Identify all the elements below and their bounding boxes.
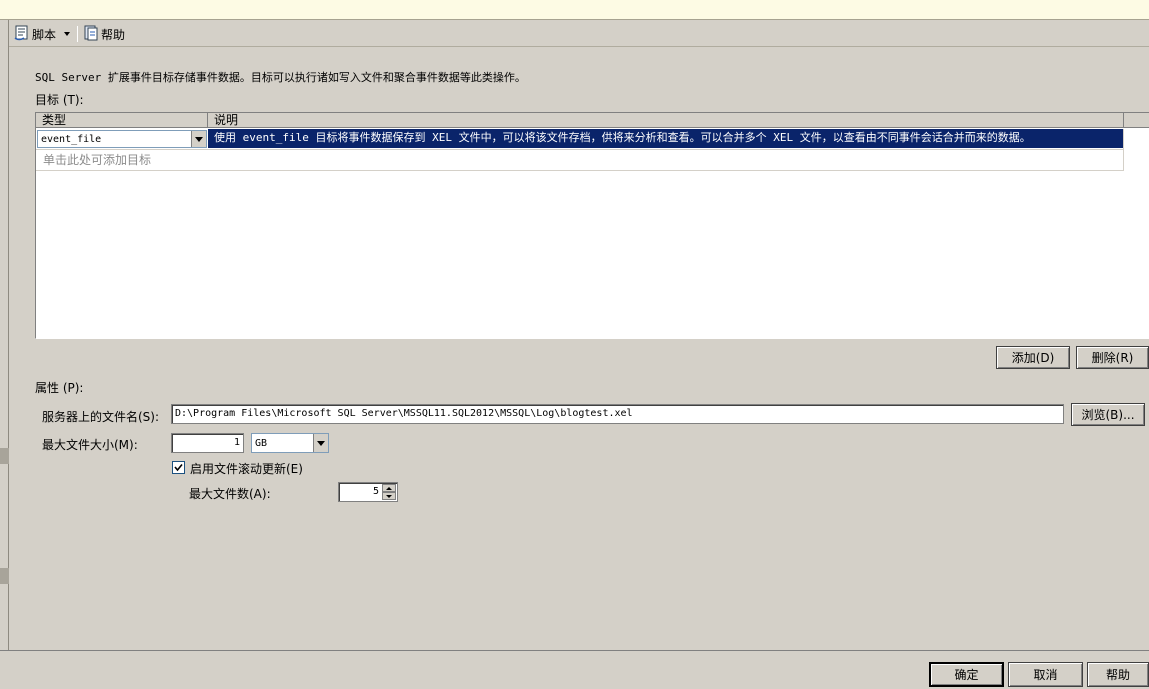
toolbar — [9, 21, 1149, 47]
max-size-value: 1 — [233, 437, 240, 448]
cancel-button[interactable]: 取消 — [1008, 662, 1083, 687]
add-target-button[interactable]: 添加(D) — [996, 346, 1070, 369]
chevron-down-icon[interactable] — [313, 434, 328, 452]
stepper-down-icon[interactable] — [382, 492, 396, 500]
properties-label: 属性 (P): — [35, 381, 84, 395]
browse-button[interactable]: 浏览(B)... — [1071, 403, 1145, 426]
row-divider — [36, 170, 1124, 171]
stepper-up-icon[interactable] — [382, 484, 396, 492]
script-label: 脚本 — [32, 27, 57, 42]
max-size-label: 最大文件大小(M): — [42, 438, 138, 452]
file-name-input[interactable]: D:\Program Files\Microsoft SQL Server\MS… — [171, 404, 1064, 424]
max-files-stepper[interactable]: 5 — [338, 482, 398, 502]
grid-header: 类型 说明 — [36, 113, 1149, 128]
help-toolbar-label: 帮助 — [101, 27, 126, 42]
grid-column-edge — [1123, 129, 1124, 171]
target-type-value: event_file — [41, 134, 102, 145]
script-button[interactable]: 脚本 — [11, 24, 73, 44]
max-files-value: 5 — [372, 486, 379, 497]
file-name-label: 服务器上的文件名(S): — [42, 410, 160, 424]
rollover-label[interactable]: 启用文件滚动更新(E) — [190, 460, 303, 477]
help-icon — [83, 25, 99, 44]
max-files-label: 最大文件数(A): — [189, 487, 271, 501]
targets-label: 目标 (T): — [35, 93, 84, 107]
help-button[interactable]: 帮助 — [1087, 662, 1149, 687]
row-divider — [36, 149, 1124, 150]
size-unit-value: GB — [255, 438, 268, 449]
table-row[interactable]: 使用 event_file 目标将事件数据保存到 XEL 文件中，可以将该文件存… — [208, 129, 1123, 148]
file-name-value: D:\Program Files\Microsoft SQL Server\MS… — [175, 408, 633, 419]
target-type-combo[interactable]: event_file — [37, 130, 207, 148]
column-header-type[interactable]: 类型 — [36, 113, 208, 128]
left-strip-marker — [0, 568, 9, 584]
toolbar-separator — [77, 26, 78, 42]
remove-target-button[interactable]: 删除(R) — [1076, 346, 1149, 369]
help-toolbar-button[interactable]: 帮助 — [80, 24, 128, 44]
size-unit-combo[interactable]: GB — [251, 433, 329, 453]
chevron-down-icon — [64, 32, 71, 36]
script-icon — [14, 25, 30, 44]
add-target-row[interactable]: 单击此处可添加目标 — [43, 151, 151, 168]
column-header-description[interactable]: 说明 — [208, 113, 1124, 128]
max-size-input[interactable]: 1 — [171, 433, 244, 453]
ok-button[interactable]: 确定 — [929, 662, 1004, 687]
page-description: SQL Server 扩展事件目标存储事件数据。目标可以执行诸如写入文件和聚合事… — [35, 71, 526, 84]
chevron-down-icon[interactable] — [191, 131, 206, 147]
checkmark-icon — [174, 461, 183, 475]
info-bar — [0, 0, 1149, 20]
page-selector-strip — [0, 20, 9, 650]
left-strip-marker — [0, 448, 9, 464]
rollover-checkbox[interactable] — [172, 461, 185, 474]
